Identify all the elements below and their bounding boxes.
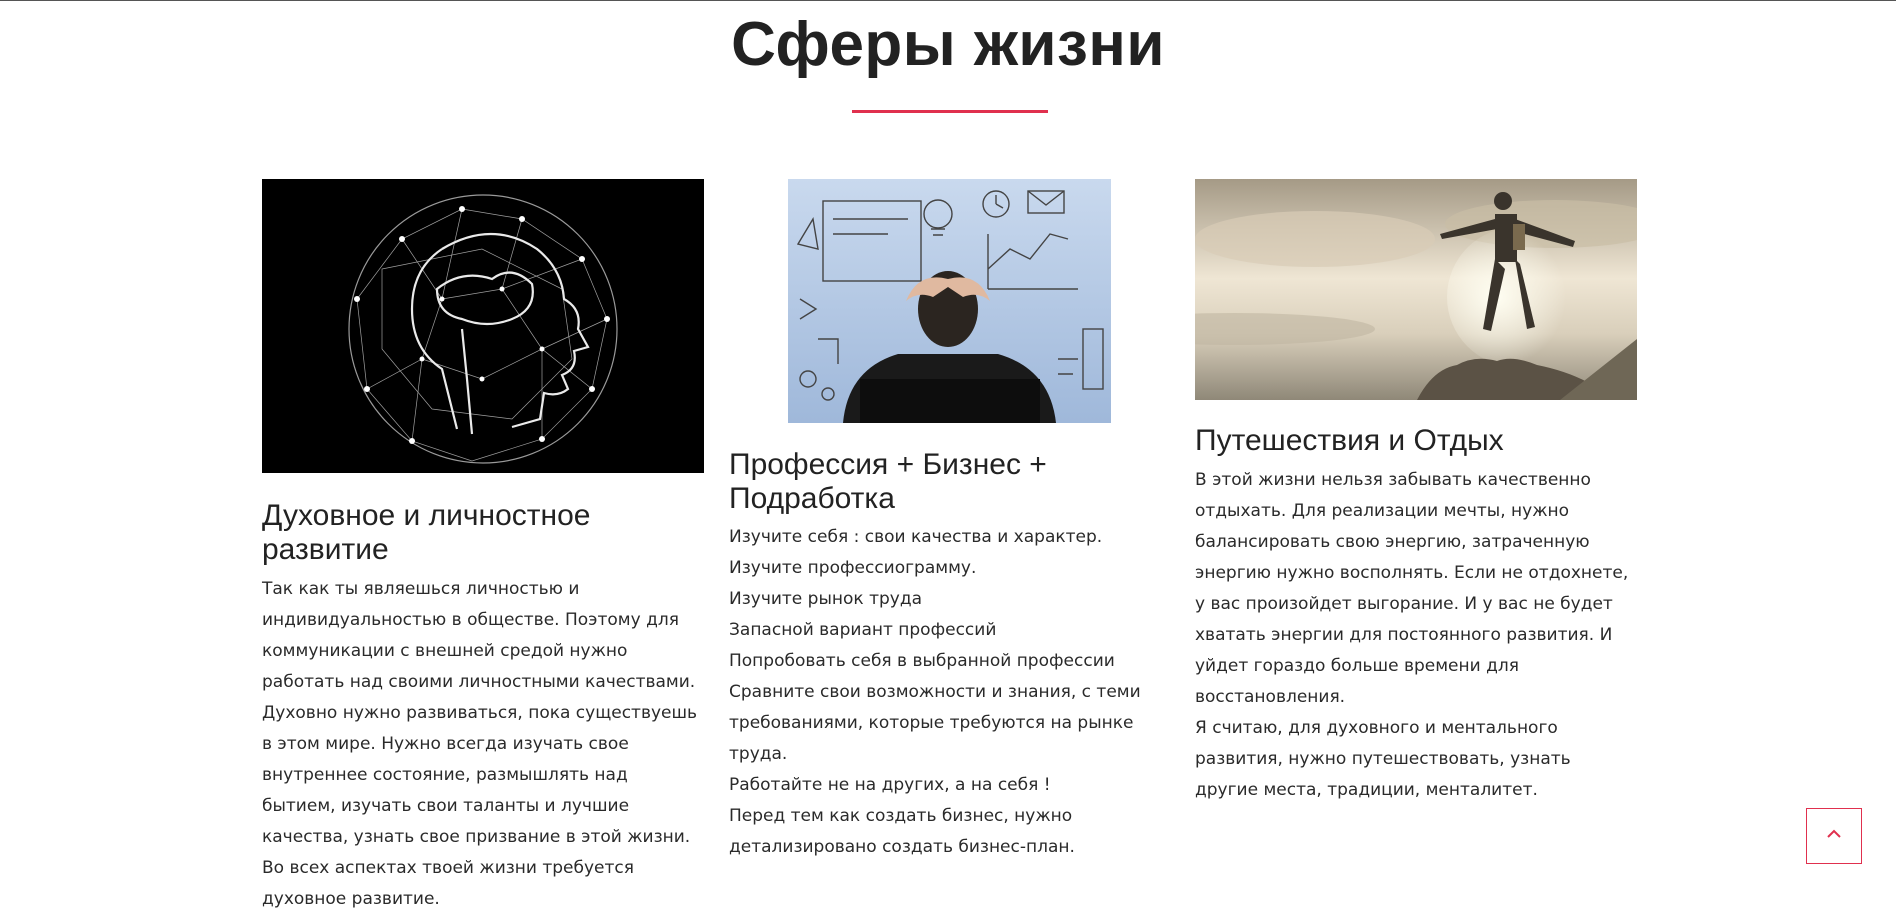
card-paragraph: Духовно нужно развиваться, пока существу… bbox=[262, 703, 698, 909]
card-paragraph: Работайте не на других, а на себя ! bbox=[729, 775, 1051, 795]
card-paragraph: Я считаю, для духовного и ментального ра… bbox=[1195, 718, 1571, 800]
scroll-to-top-button[interactable] bbox=[1806, 808, 1862, 864]
title-underline bbox=[852, 110, 1048, 113]
card-paragraph: Попробовать себя в выбранной профессии bbox=[729, 651, 1115, 671]
card-paragraph: Так как ты являешься личностью и индивид… bbox=[262, 579, 696, 692]
brain-network-image bbox=[262, 179, 704, 473]
card-paragraph: Изучите профессиограмму. bbox=[729, 558, 977, 578]
card-title: Профессия + Бизнес + Подработка bbox=[729, 448, 1047, 515]
card-paragraph: Изучите рынок труда bbox=[729, 589, 923, 609]
card-text: В этой жизни нельзя забывать качественно… bbox=[1195, 465, 1637, 806]
traveler-image bbox=[1195, 179, 1637, 400]
card-paragraph: Запасной вариант профессий bbox=[729, 620, 997, 640]
card-text: Изучите себя : свои качества и характер.… bbox=[729, 522, 1171, 863]
card-title: Путешествия и Отдых bbox=[1195, 424, 1504, 457]
business-plan-image bbox=[788, 179, 1111, 423]
card-paragraph: В этой жизни нельзя забывать качественно… bbox=[1195, 470, 1629, 707]
section-title: Сферы жизни bbox=[731, 10, 1165, 79]
card-text: Так как ты являешься личностью и индивид… bbox=[262, 574, 704, 915]
card-paragraph: Изучите себя : свои качества и характер. bbox=[729, 527, 1103, 547]
chevron-up-icon bbox=[1826, 827, 1842, 845]
card-title: Духовное и личностное развитие bbox=[262, 499, 591, 566]
card-paragraph: Перед тем как создать бизнес, нужно дета… bbox=[729, 806, 1075, 857]
card-paragraph: Сравните свои возможности и знания, с те… bbox=[729, 682, 1141, 764]
top-divider bbox=[0, 0, 1896, 1]
